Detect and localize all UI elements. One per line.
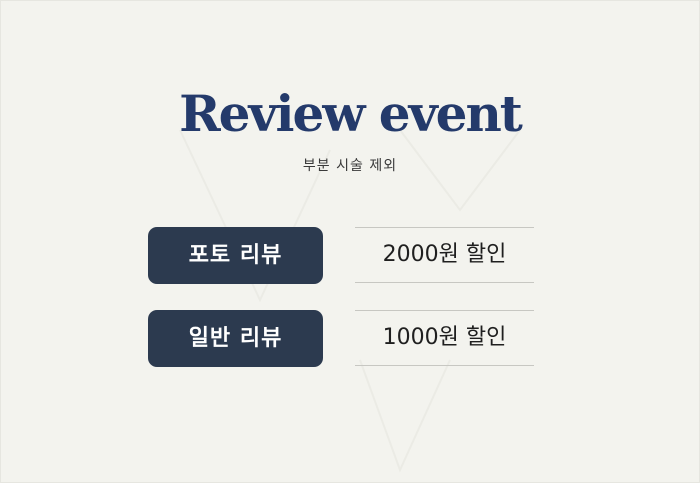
photo-review-label: 포토 리뷰 [148, 227, 323, 284]
review-row-photo: 포토 리뷰 2000원 할인 [148, 227, 534, 284]
general-review-label: 일반 리뷰 [148, 310, 323, 367]
review-row-general: 일반 리뷰 1000원 할인 [148, 310, 534, 367]
event-subtitle: 부분 시술 제외 [302, 158, 398, 174]
general-review-discount: 1000원 할인 [355, 310, 534, 366]
event-title: Review event [179, 84, 523, 143]
photo-review-discount: 2000원 할인 [355, 227, 534, 283]
